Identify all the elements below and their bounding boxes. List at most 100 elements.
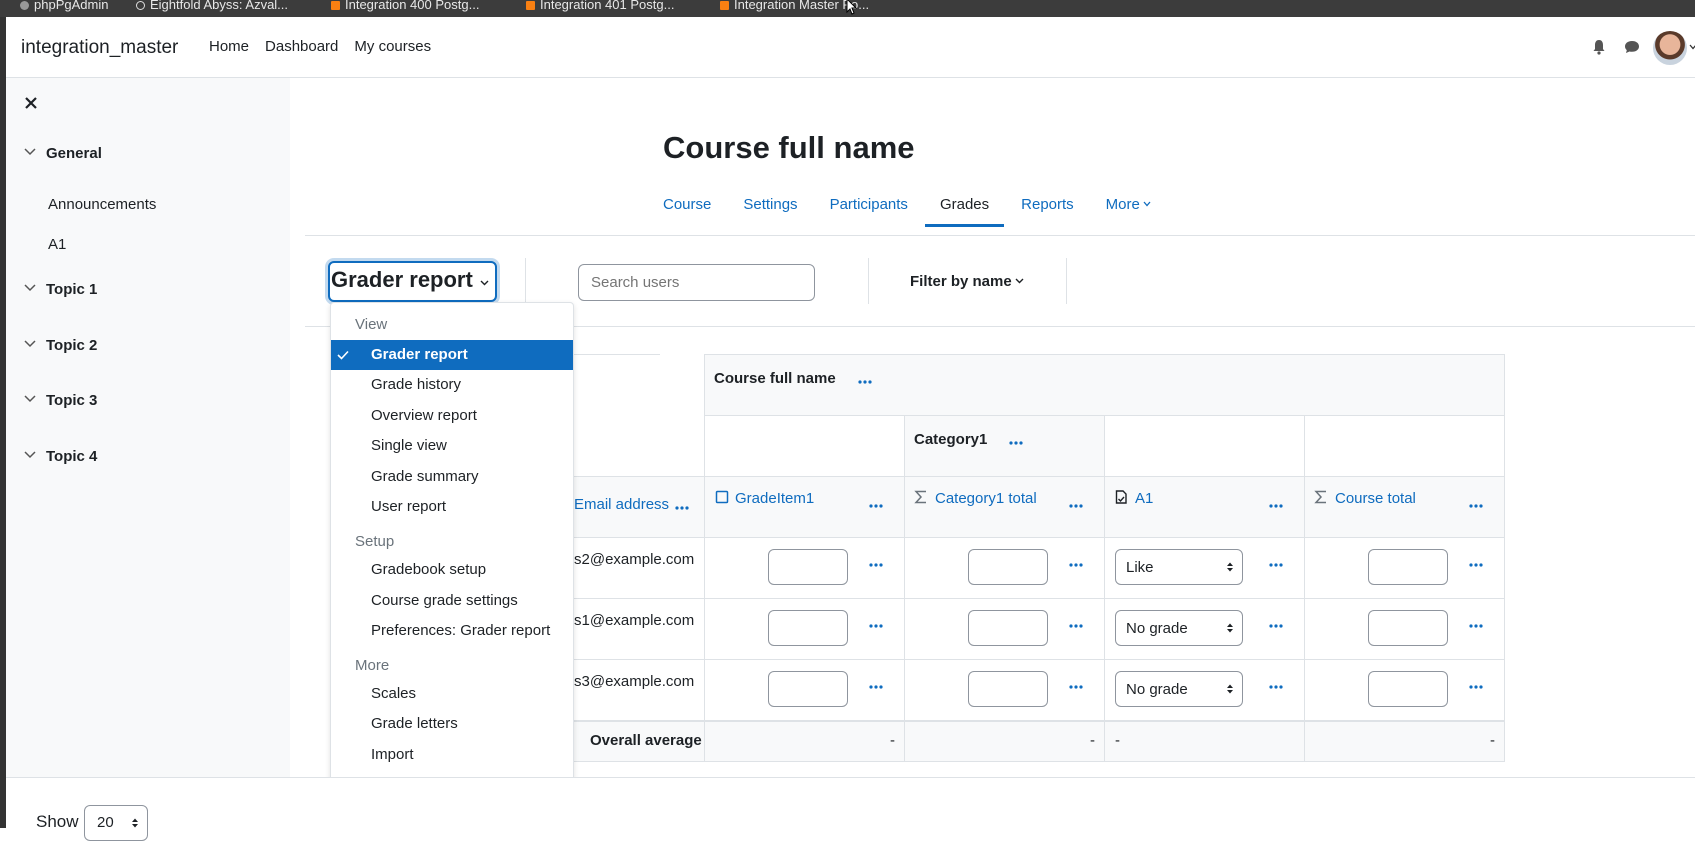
chevron-down-icon bbox=[24, 148, 36, 156]
more-actions-icon[interactable] bbox=[869, 624, 883, 628]
tab-settings[interactable]: Settings bbox=[743, 196, 797, 213]
report-selector[interactable]: Grader report bbox=[328, 261, 497, 302]
average-value: - bbox=[1490, 732, 1495, 749]
more-actions-icon[interactable] bbox=[1469, 624, 1483, 628]
more-actions-icon[interactable] bbox=[1069, 624, 1083, 628]
nav-dashboard[interactable]: Dashboard bbox=[265, 38, 338, 55]
chevron-down-icon[interactable] bbox=[1689, 43, 1695, 51]
menu-item-scales[interactable]: Scales bbox=[331, 679, 573, 709]
scale-select[interactable]: Like bbox=[1115, 549, 1243, 585]
scale-select[interactable]: No grade bbox=[1115, 610, 1243, 646]
menu-item-single-view[interactable]: Single view bbox=[331, 431, 573, 461]
report-dropdown-menu: View Grader report Grade history Overvie… bbox=[330, 302, 574, 777]
more-actions-icon[interactable] bbox=[1469, 504, 1483, 508]
top-navbar: integration_master Home Dashboard My cou… bbox=[6, 17, 1695, 78]
section-general[interactable]: General bbox=[24, 145, 102, 162]
site-brand[interactable]: integration_master bbox=[21, 37, 178, 59]
more-actions-icon[interactable] bbox=[1469, 685, 1483, 689]
more-actions-icon[interactable] bbox=[858, 380, 872, 384]
nav-my-courses[interactable]: My courses bbox=[354, 38, 431, 55]
gray-circle-icon bbox=[20, 1, 29, 11]
a1-header-cell: A1 bbox=[1104, 476, 1304, 537]
section-topic-2[interactable]: Topic 2 bbox=[24, 337, 97, 354]
more-actions-icon[interactable] bbox=[1469, 563, 1483, 567]
grade-input[interactable] bbox=[968, 671, 1048, 707]
menu-item-course-grade-settings[interactable]: Course grade settings bbox=[331, 586, 573, 616]
menu-item-gradebook-setup[interactable]: Gradebook setup bbox=[331, 555, 573, 585]
divider bbox=[1066, 258, 1067, 304]
table-row: s1@example.com bbox=[574, 598, 704, 659]
email-column-header[interactable]: Email address bbox=[574, 496, 669, 513]
grade-input[interactable] bbox=[1368, 549, 1448, 585]
menu-item-grader-report[interactable]: Grader report bbox=[331, 340, 573, 370]
more-actions-icon[interactable] bbox=[1009, 441, 1023, 445]
category1-total-header[interactable]: Category1 total bbox=[935, 490, 1037, 507]
more-actions-icon[interactable] bbox=[1269, 624, 1283, 628]
menu-item-user-report[interactable]: User report bbox=[331, 492, 573, 522]
activity-announcements[interactable]: Announcements bbox=[48, 196, 156, 213]
grade-input[interactable] bbox=[768, 549, 848, 585]
menu-item-overview-report[interactable]: Overview report bbox=[331, 401, 573, 431]
grade-input[interactable] bbox=[968, 549, 1048, 585]
close-icon[interactable] bbox=[24, 96, 38, 110]
grade-input[interactable] bbox=[968, 610, 1048, 646]
grade-input[interactable] bbox=[768, 671, 848, 707]
grade-input[interactable] bbox=[1368, 671, 1448, 707]
menu-item-grade-letters[interactable]: Grade letters bbox=[331, 709, 573, 739]
menu-item-import[interactable]: Import bbox=[331, 740, 573, 770]
bookmark-integration-400[interactable]: Integration 400 Postg... bbox=[331, 0, 479, 12]
chevron-down-icon bbox=[480, 280, 489, 286]
more-actions-icon[interactable] bbox=[869, 504, 883, 508]
more-actions-icon[interactable] bbox=[1069, 685, 1083, 689]
section-topic-3[interactable]: Topic 3 bbox=[24, 392, 97, 409]
section-topic-1[interactable]: Topic 1 bbox=[24, 281, 97, 298]
bell-icon[interactable] bbox=[1591, 39, 1607, 55]
grade-input[interactable] bbox=[768, 610, 848, 646]
menu-item-grade-history[interactable]: Grade history bbox=[331, 370, 573, 400]
grade-cell bbox=[704, 537, 904, 598]
chat-bubble-icon[interactable] bbox=[1623, 39, 1641, 55]
filter-by-name-button[interactable]: Filter by name bbox=[910, 273, 1024, 290]
gradeitem1-header[interactable]: GradeItem1 bbox=[735, 490, 814, 507]
more-actions-icon[interactable] bbox=[1269, 685, 1283, 689]
average-value: - bbox=[890, 732, 895, 749]
more-actions-icon[interactable] bbox=[1269, 504, 1283, 508]
course-total-header[interactable]: Course total bbox=[1335, 490, 1416, 507]
tab-more[interactable]: More bbox=[1106, 196, 1151, 213]
more-actions-icon[interactable] bbox=[1069, 504, 1083, 508]
bookmark-phppgadmin[interactable]: phpPgAdmin bbox=[20, 0, 108, 12]
scale-select[interactable]: No grade bbox=[1115, 671, 1243, 707]
more-actions-icon[interactable] bbox=[1069, 563, 1083, 567]
grade-cell bbox=[904, 537, 1104, 598]
email-header-cell: Email address bbox=[574, 476, 704, 537]
course-header-label: Course full name bbox=[714, 370, 836, 387]
tab-participants[interactable]: Participants bbox=[830, 196, 908, 213]
activity-a1[interactable]: A1 bbox=[48, 236, 66, 253]
a1-header[interactable]: A1 bbox=[1135, 490, 1153, 507]
section-topic-4[interactable]: Topic 4 bbox=[24, 448, 97, 465]
user-email: s2@example.com bbox=[574, 551, 695, 568]
more-actions-icon[interactable] bbox=[675, 506, 689, 510]
more-actions-icon[interactable] bbox=[1269, 563, 1283, 567]
menu-item-grade-summary[interactable]: Grade summary bbox=[331, 462, 573, 492]
more-actions-icon[interactable] bbox=[869, 563, 883, 567]
per-page-select[interactable]: 20 bbox=[84, 805, 148, 841]
updown-arrow-icon bbox=[132, 818, 138, 828]
menu-item-preferences-grader-report[interactable]: Preferences: Grader report bbox=[331, 616, 573, 646]
average-cell: - bbox=[704, 720, 904, 762]
average-cell: - bbox=[1304, 720, 1505, 762]
grade-input[interactable] bbox=[1368, 610, 1448, 646]
more-actions-icon[interactable] bbox=[869, 685, 883, 689]
nav-home[interactable]: Home bbox=[209, 38, 249, 55]
tab-grades[interactable]: Grades bbox=[924, 196, 1005, 227]
divider bbox=[868, 258, 869, 304]
tab-course[interactable]: Course bbox=[663, 196, 711, 213]
grade-cell: No grade bbox=[1104, 659, 1304, 720]
bookmark-integration-401[interactable]: Integration 401 Postg... bbox=[526, 0, 674, 12]
tab-reports[interactable]: Reports bbox=[1021, 196, 1074, 213]
average-cell: - bbox=[1104, 720, 1304, 762]
search-users-input[interactable] bbox=[578, 264, 815, 301]
bookmark-eightfold[interactable]: Eightfold Abyss: Azval... bbox=[136, 0, 288, 12]
avatar[interactable] bbox=[1653, 31, 1687, 65]
sigma-icon bbox=[1314, 490, 1326, 504]
